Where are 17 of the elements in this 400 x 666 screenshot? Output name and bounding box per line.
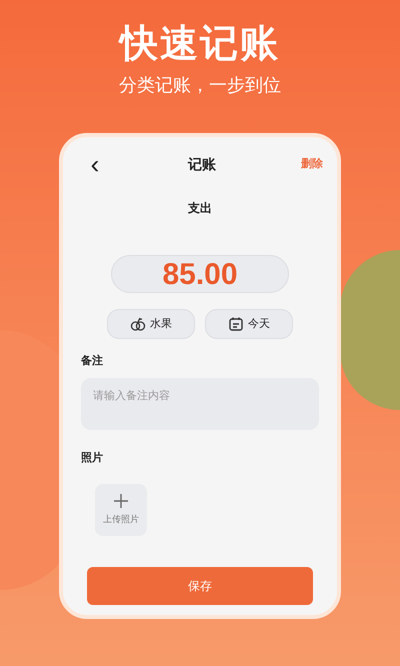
upload-photo-button[interactable]: 上传照片 — [95, 484, 147, 536]
back-button[interactable]: ‹ — [87, 153, 103, 175]
plus-icon — [113, 493, 129, 510]
calendar-icon — [228, 316, 244, 332]
photo-label: 照片 — [81, 450, 104, 466]
banner-title: 快速记账 — [120, 22, 280, 66]
chip-button[interactable]: 水果 — [107, 309, 195, 339]
save-button[interactable]: 保存 — [87, 567, 313, 605]
delete-button[interactable]: 删除 — [301, 156, 323, 172]
screen-title: 记账 — [188, 154, 216, 174]
chip-button[interactable]: 今天 — [205, 309, 293, 339]
type-label: 支出 — [188, 200, 212, 217]
amount-display[interactable]: 85.00 — [111, 255, 289, 293]
fruit-icon — [130, 316, 146, 332]
note-input-field[interactable]: 请输入备注内容 — [81, 378, 319, 430]
banner-subtitle: 分类记账，一步到位 — [119, 74, 281, 96]
note-label: 备注 — [81, 354, 104, 369]
